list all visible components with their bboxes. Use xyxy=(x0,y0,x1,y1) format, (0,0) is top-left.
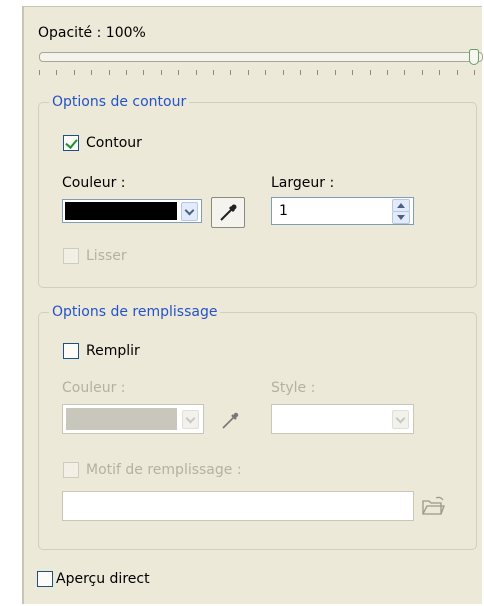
slider-tick xyxy=(456,70,458,75)
opacity-slider-thumb[interactable] xyxy=(469,49,479,65)
slider-tick xyxy=(300,70,301,75)
contour-color-combo[interactable] xyxy=(62,199,202,223)
opacity-slider-track[interactable] xyxy=(39,52,483,62)
pattern-checkbox-label: Motif de remplissage : xyxy=(86,462,242,478)
slider-tick xyxy=(56,70,58,75)
pattern-checkbox[interactable] xyxy=(63,462,79,478)
slider-tick xyxy=(404,70,406,75)
eyedropper-icon xyxy=(222,412,239,429)
fill-color-dropdown-button[interactable] xyxy=(182,410,199,429)
slider-tick xyxy=(265,70,267,75)
contour-width-label: Largeur : xyxy=(271,175,335,191)
chevron-down-icon xyxy=(184,205,195,216)
chevron-down-icon xyxy=(395,413,406,424)
slider-tick xyxy=(160,70,162,75)
slider-tick xyxy=(474,70,475,75)
chevron-down-icon xyxy=(185,413,196,424)
contour-width-spinbox[interactable]: 1 xyxy=(271,197,414,225)
open-folder-icon xyxy=(422,496,445,515)
slider-tick xyxy=(387,70,388,75)
slider-tick xyxy=(230,70,232,75)
live-preview-checkbox[interactable] xyxy=(37,571,53,587)
checkmark-icon xyxy=(65,136,78,149)
slider-tick xyxy=(213,70,214,75)
contour-width-value: 1 xyxy=(279,203,288,219)
slider-tick xyxy=(39,70,40,75)
contour-options-legend: Options de contour xyxy=(49,93,190,111)
slider-tick xyxy=(178,70,180,75)
fill-eyedropper-button[interactable] xyxy=(213,405,247,434)
fill-color-combo[interactable] xyxy=(62,404,204,434)
fill-checkbox[interactable] xyxy=(63,343,79,359)
arrow-up-icon xyxy=(397,203,405,208)
slider-tick xyxy=(108,70,110,75)
slider-tick xyxy=(317,70,319,75)
fill-style-combo[interactable] xyxy=(271,404,414,434)
slider-tick xyxy=(352,70,354,75)
contour-color-swatch xyxy=(65,202,177,220)
slider-tick xyxy=(282,70,284,75)
slider-tick xyxy=(369,70,371,75)
contour-eyedropper-button[interactable] xyxy=(211,197,245,228)
browse-folder-button[interactable] xyxy=(419,493,447,519)
slider-tick xyxy=(334,70,336,75)
fill-style-dropdown-button[interactable] xyxy=(392,410,409,429)
pattern-path-field[interactable] xyxy=(62,491,414,521)
fill-style-label: Style : xyxy=(271,380,316,396)
slider-tick xyxy=(195,70,197,75)
slider-tick xyxy=(247,70,249,75)
slider-tick xyxy=(91,70,93,75)
opacity-slider-ticks xyxy=(39,70,479,76)
slider-tick xyxy=(126,70,127,75)
slider-tick xyxy=(421,70,423,75)
fill-options-legend: Options de remplissage xyxy=(49,303,221,321)
eyedropper-icon xyxy=(220,204,237,221)
contour-color-dropdown-button[interactable] xyxy=(181,202,198,221)
slider-tick xyxy=(73,70,75,75)
smooth-checkbox[interactable] xyxy=(63,248,79,264)
live-preview-label: Aperçu direct xyxy=(56,571,150,587)
slider-tick xyxy=(439,70,441,75)
fill-color-label: Couleur : xyxy=(62,380,126,396)
spin-down-button[interactable] xyxy=(392,211,410,224)
arrow-down-icon xyxy=(397,215,405,220)
opacity-label: Opacité : 100% xyxy=(38,25,146,41)
fill-checkbox-label: Remplir xyxy=(86,343,140,359)
contour-checkbox-label: Contour xyxy=(86,135,142,151)
fill-color-swatch xyxy=(66,408,177,430)
smooth-checkbox-label: Lisser xyxy=(86,248,127,264)
contour-color-label: Couleur : xyxy=(62,175,126,191)
slider-tick xyxy=(143,70,145,75)
contour-checkbox[interactable] xyxy=(63,135,79,151)
